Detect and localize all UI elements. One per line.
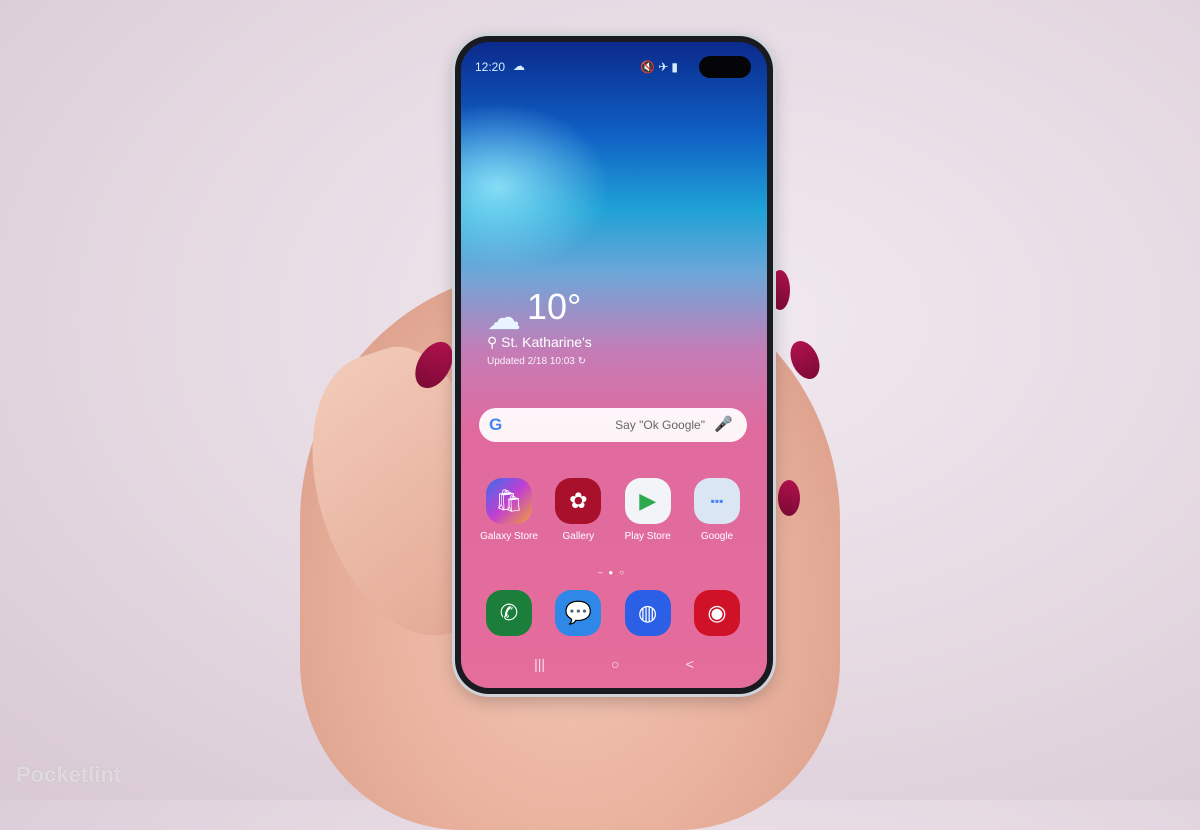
airplane-icon: ✈: [658, 60, 672, 74]
navigation-bar: ||| ○ <: [461, 656, 767, 672]
mute-icon: 🔇: [640, 60, 659, 74]
location-pin-icon: ⚲: [487, 334, 502, 350]
play-triangle-icon: ▶: [624, 478, 671, 524]
shopping-bag-icon: 🛍: [486, 478, 532, 524]
app-messages[interactable]: 💬: [544, 590, 612, 638]
chat-icon: 💬: [555, 590, 602, 636]
app-galaxy-store[interactable]: 🛍 Galaxy Store: [475, 478, 543, 542]
watermark: Pocketlint: [16, 762, 122, 787]
recents-button[interactable]: |||: [534, 656, 545, 672]
clock: 12:20: [475, 60, 506, 74]
folder-icon: ▪▪▪: [693, 478, 740, 524]
temperature: 10°: [527, 286, 582, 327]
planet-icon: ◍: [624, 590, 671, 636]
cloud-icon: ☁: [513, 59, 525, 73]
status-icons: 🔇✈▮: [640, 60, 681, 74]
page-indicator[interactable]: –●○: [461, 568, 767, 577]
battery-icon: ▮: [671, 60, 681, 74]
updated-time: Updated 2/18 10:03 ↻: [487, 356, 587, 367]
search-hint: Say "Ok Google": [615, 418, 705, 432]
dock: ✆ 💬 ◍ ◉: [475, 590, 751, 638]
app-camera[interactable]: ◉: [683, 590, 751, 638]
google-logo-icon: G: [489, 415, 503, 434]
camera-icon: ◉: [693, 590, 740, 636]
google-search-bar[interactable]: G Say "Ok Google" 🎤: [479, 408, 747, 442]
cloud-icon: ☁: [487, 299, 521, 337]
app-play-store[interactable]: ▶ Play Store: [614, 478, 682, 542]
refresh-icon[interactable]: ↻: [578, 356, 586, 367]
smartphone: 12:20 ☁ 🔇✈▮ ☁ 10° ⚲ St. Katharine's Upda…: [455, 36, 773, 694]
location: ⚲ St. Katharine's: [487, 334, 592, 350]
fingernail: [778, 480, 800, 516]
home-button[interactable]: ○: [611, 656, 619, 672]
back-button[interactable]: <: [686, 656, 694, 672]
phone-icon: ✆: [486, 590, 532, 636]
flower-icon: ✿: [555, 478, 602, 524]
home-app-row: 🛍 Galaxy Store ✿ Gallery ▶ Play Store ▪▪…: [475, 478, 751, 542]
fingernail: [770, 270, 790, 310]
mic-icon[interactable]: 🎤: [714, 415, 733, 433]
app-phone[interactable]: ✆: [475, 590, 543, 638]
app-internet[interactable]: ◍: [614, 590, 682, 638]
front-camera-cutout: [699, 56, 751, 78]
home-screen: 12:20 ☁ 🔇✈▮ ☁ 10° ⚲ St. Katharine's Upda…: [461, 42, 767, 688]
app-gallery[interactable]: ✿ Gallery: [544, 478, 612, 542]
app-google-folder[interactable]: ▪▪▪ Google: [683, 478, 751, 542]
